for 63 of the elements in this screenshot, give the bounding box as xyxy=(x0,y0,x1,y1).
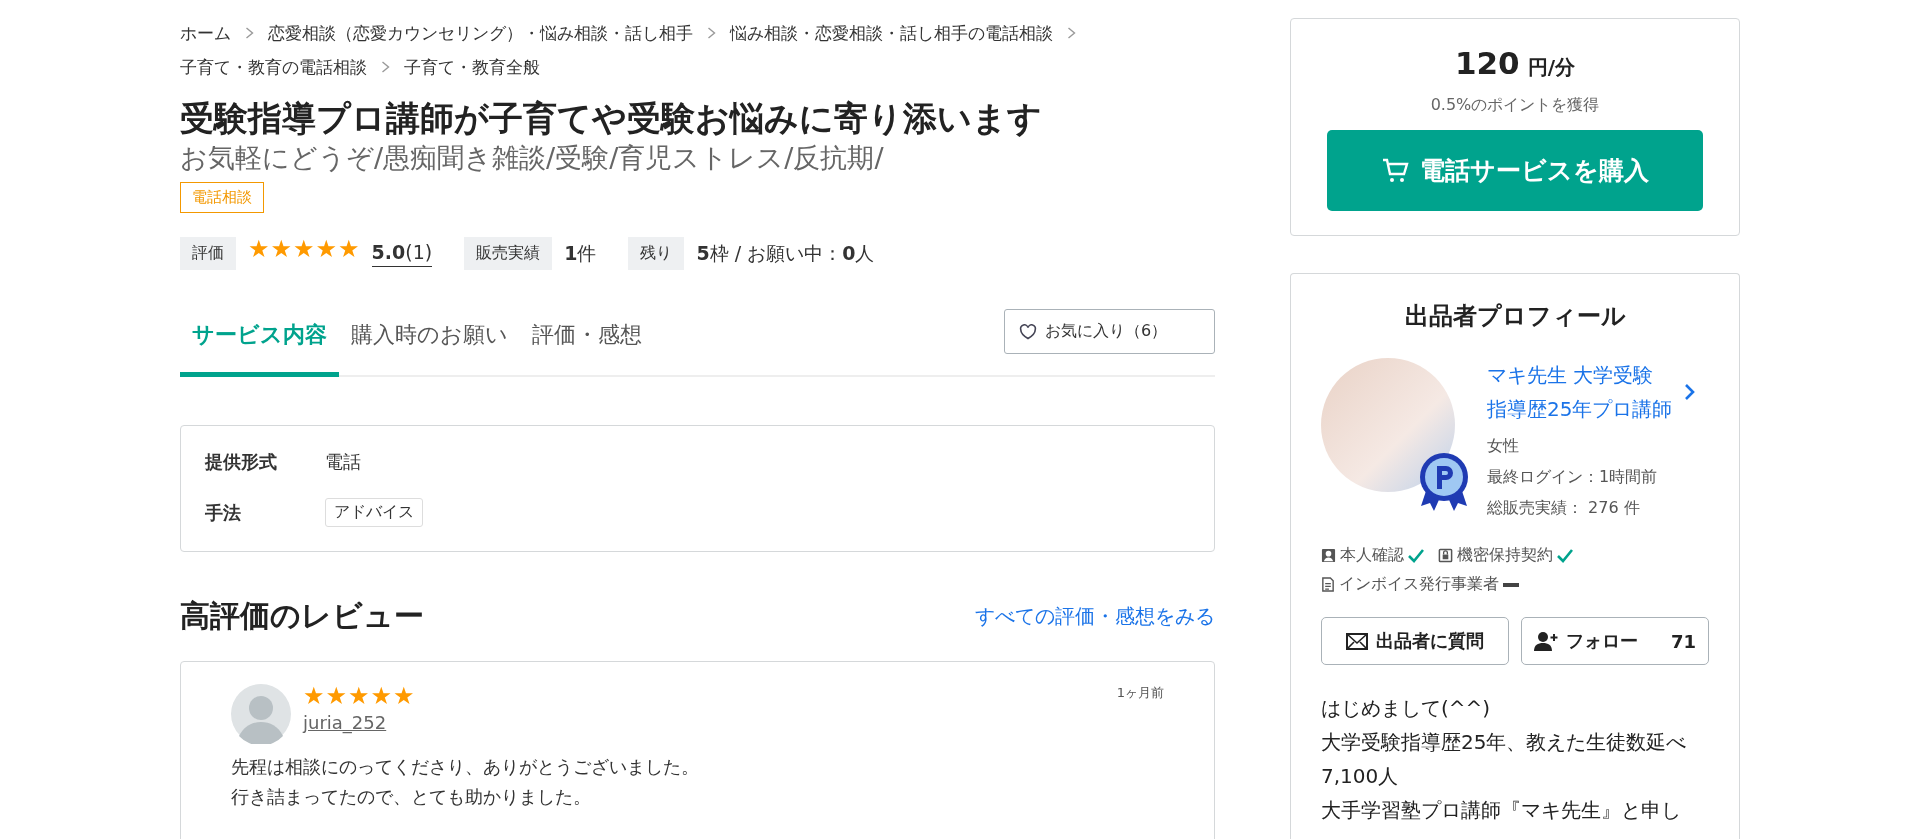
star-icon: ★ xyxy=(393,684,415,708)
detail-label: 手法 xyxy=(205,500,242,525)
detail-label: 提供形式 xyxy=(205,450,278,474)
chevron-icon xyxy=(707,27,716,39)
detail-tag: アドバイス xyxy=(325,498,423,527)
reviewer-name[interactable]: juria_252 xyxy=(303,712,1105,733)
add-user-icon xyxy=(1534,631,1558,651)
points-note: 0.5%のポイントを獲得 xyxy=(1430,95,1600,116)
lock-icon xyxy=(1438,548,1453,563)
star-icon: ★ xyxy=(325,684,348,708)
all-reviews-link[interactable]: すべての評価・感想をみる xyxy=(975,603,1215,630)
category-tag: 電話相談 xyxy=(180,182,264,213)
review-time: 1ヶ月前 xyxy=(1116,684,1164,702)
stat-value: 5枠 / お願い中：0人 xyxy=(696,240,875,266)
chevron-icon xyxy=(245,27,254,39)
rating-link[interactable]: 5.0(1) xyxy=(371,240,433,267)
star-icon: ★ xyxy=(248,237,270,261)
verification-label: インボイス発行事業者 xyxy=(1339,574,1499,595)
star-icon: ★ xyxy=(348,684,370,708)
follow-button[interactable]: フォロー 71 xyxy=(1521,617,1709,665)
tab[interactable]: 購入時のお願い xyxy=(339,306,520,377)
breadcrumb-link[interactable]: 恋愛相談（恋愛カウンセリング）・悩み相談・話し相手 xyxy=(268,22,693,44)
cart-icon xyxy=(1381,157,1410,184)
stat-label: 販売実績 xyxy=(464,237,553,270)
price: 120 円/分 xyxy=(1455,45,1575,81)
star-icon: ★ xyxy=(338,237,360,261)
favorite-button[interactable]: お気に入り（6） xyxy=(1004,309,1215,354)
star-icon: ★ xyxy=(270,237,293,261)
document-icon xyxy=(1321,577,1335,592)
service-subtitle: お気軽にどうぞ/愚痴聞き雑談/受験/育児ストレス/反抗期/ xyxy=(180,141,885,175)
section-heading: 高評価のレビュー xyxy=(180,597,424,635)
tab[interactable]: 評価・感想 xyxy=(520,306,654,377)
chevron-icon xyxy=(381,61,390,73)
verification-label: 本人確認 xyxy=(1340,545,1404,566)
avatar-icon xyxy=(231,684,291,744)
chevron-icon xyxy=(1684,383,1697,401)
breadcrumb-link[interactable]: ホーム xyxy=(180,22,231,44)
detail-value: 電話 xyxy=(325,450,362,474)
star-icon: ★ xyxy=(370,684,393,708)
chevron-icon xyxy=(1067,27,1076,39)
medal-icon xyxy=(1417,450,1471,512)
stat-label: 評価 xyxy=(180,237,236,270)
mail-icon xyxy=(1346,632,1368,650)
seller-bio: はじめまして(^^) 大学受験指導歴25年、教えた生徒数延べ 7,100人 大手学習塾プロ講師『マキ先生』と申し xyxy=(1321,695,1688,824)
breadcrumb-link[interactable]: 子育て・教育の電話相談 xyxy=(180,56,367,78)
service-title: 受験指導プロ講師が子育てや受験お悩みに寄り添います xyxy=(180,97,1043,140)
breadcrumb-link[interactable]: 子育て・教育全般 xyxy=(404,56,540,78)
review-text: 先程は相談にのってくださり、ありがとうございました。 行き詰まってたので、とても助かりました。 xyxy=(231,755,700,809)
star-icon: ★ xyxy=(303,684,325,708)
stat-value: 1件 xyxy=(564,240,597,266)
person-icon xyxy=(1321,548,1336,563)
heart-icon xyxy=(1019,323,1037,340)
stat-label: 残り xyxy=(628,237,685,270)
breadcrumb-link[interactable]: 悩み相談・恋愛相談・話し相手の電話相談 xyxy=(730,22,1053,44)
seller-name-link[interactable]: マキ先生 大学受験 指導歴25年プロ講師 xyxy=(1487,358,1697,426)
verification-label: 機密保持契約 xyxy=(1457,545,1553,566)
ask-seller-button[interactable]: 出品者に質問 xyxy=(1321,617,1509,665)
total-sales: 総販売実績： 276 件 xyxy=(1487,498,1641,519)
star-icon: ★ xyxy=(315,237,338,261)
last-login: 最終ログイン：1時間前 xyxy=(1487,467,1659,488)
star-icon: ★ xyxy=(293,237,315,261)
profile-heading: 出品者プロフィール xyxy=(1403,301,1627,332)
seller-gender: 女性 xyxy=(1487,436,1520,457)
